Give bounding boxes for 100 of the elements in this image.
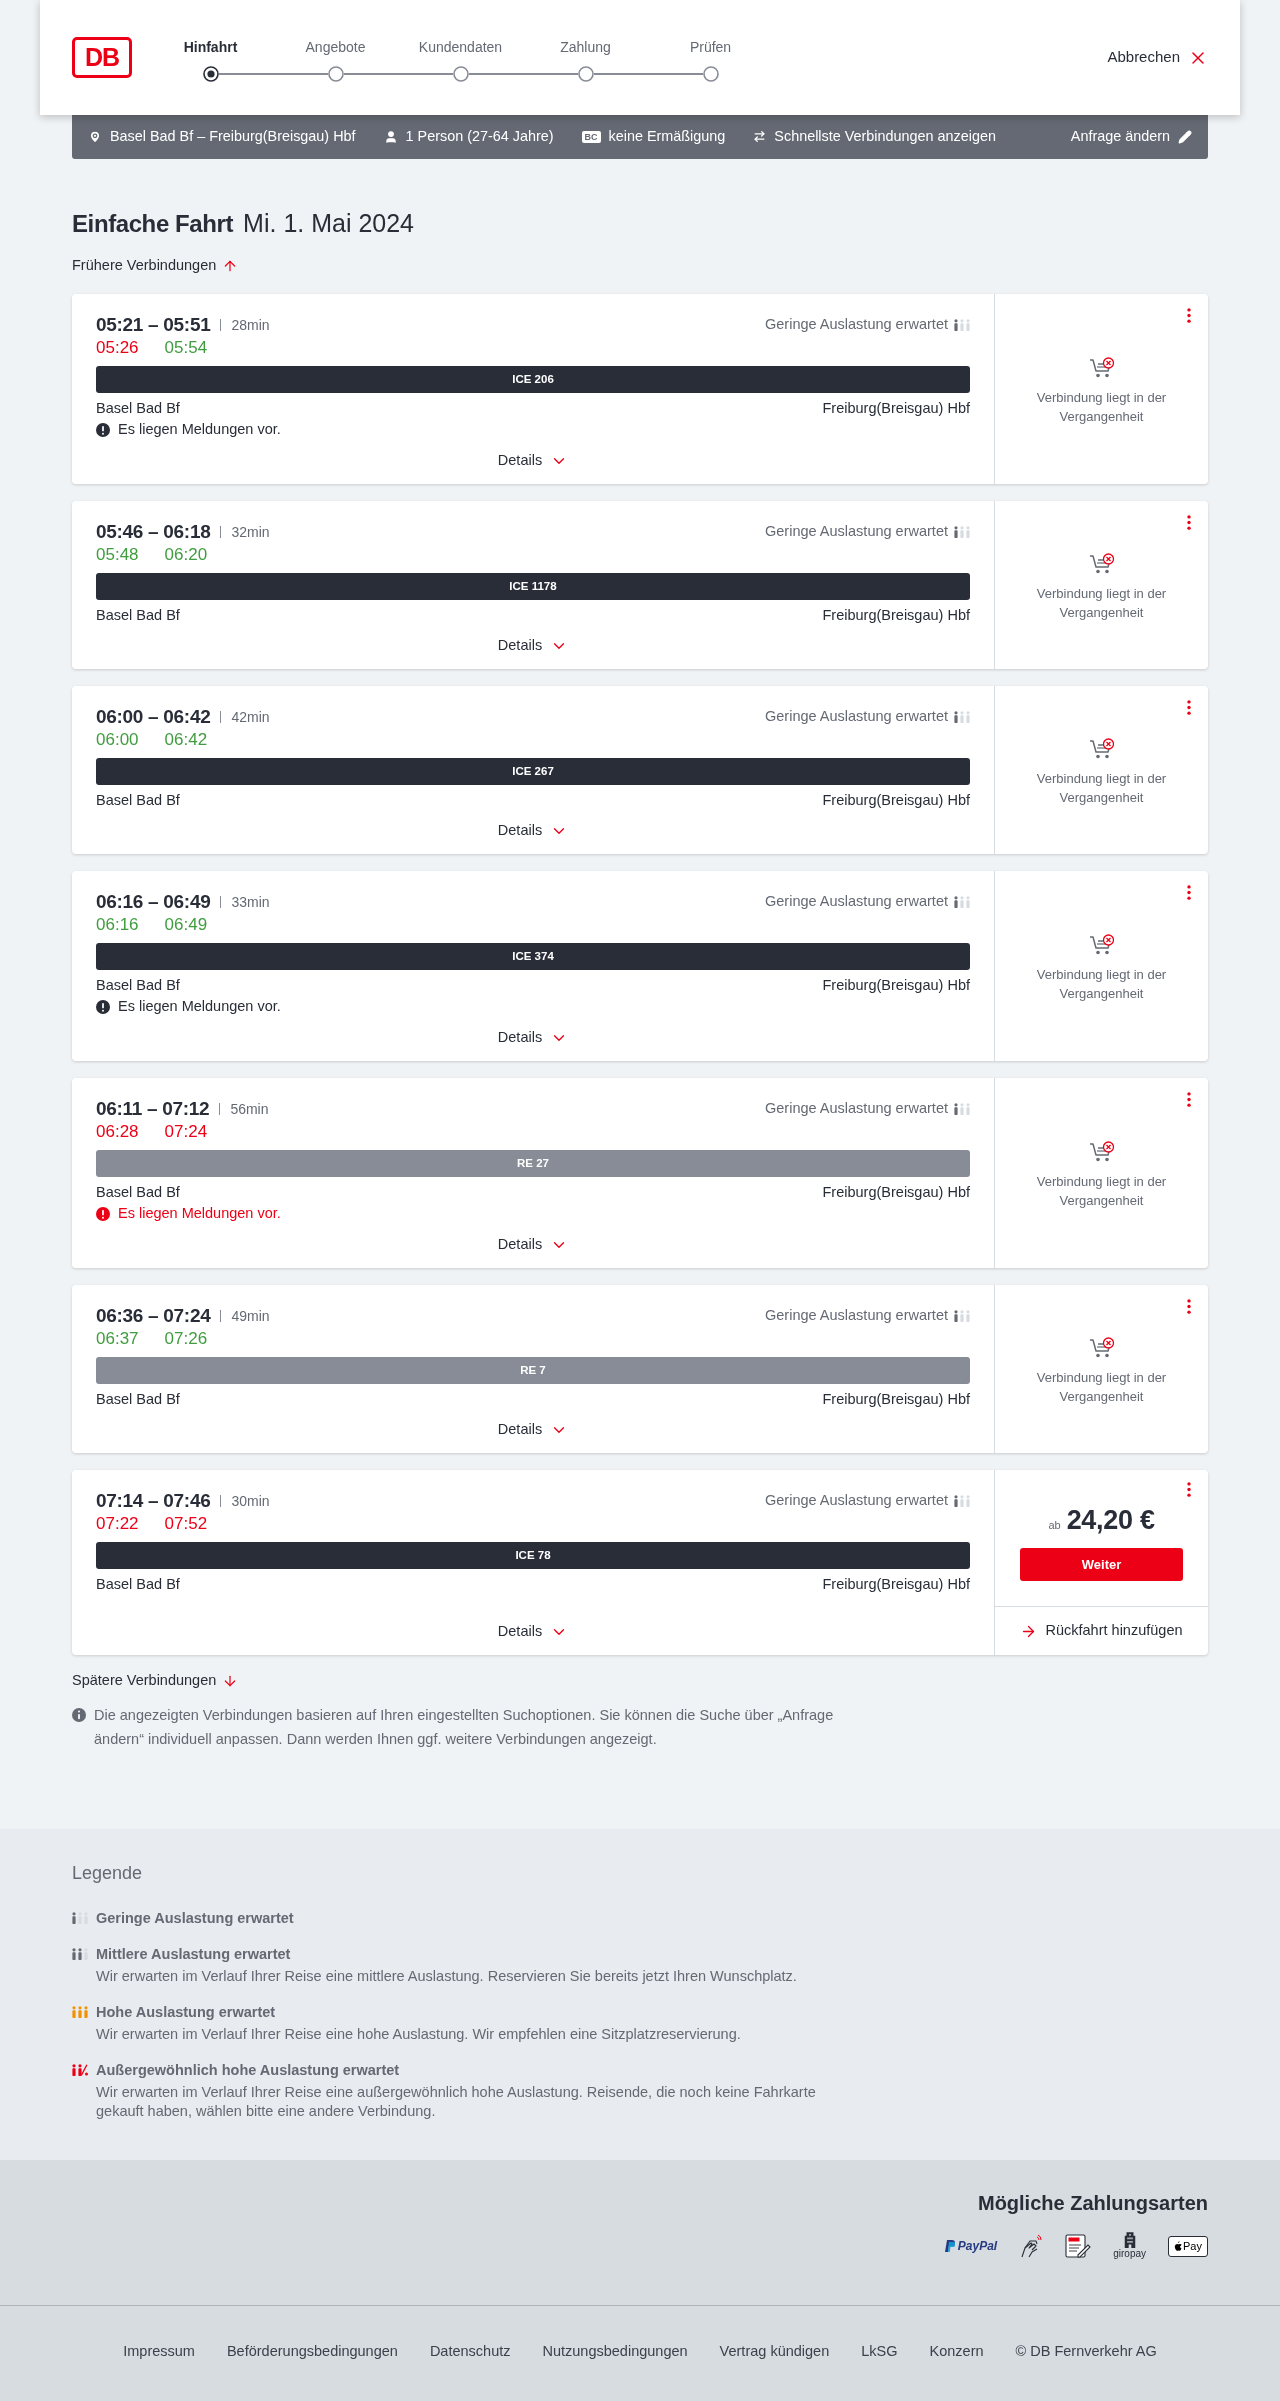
occupancy-label: Geringe Auslastung erwartet <box>765 1491 948 1511</box>
duration: 32min <box>231 522 270 542</box>
hand-card-icon <box>1019 2234 1044 2258</box>
details-button[interactable]: Details <box>497 450 569 472</box>
exclamation-icon <box>96 423 110 437</box>
more-options-icon[interactable] <box>1187 1482 1191 1497</box>
cart-cross-icon <box>1088 1141 1115 1163</box>
cancel-button[interactable]: Abbrechen <box>1107 46 1208 69</box>
search-summary-bar[interactable]: Basel Bad Bf – Freiburg(Breisgau) Hbf 1 Person (27-64 Jahre) BC keine Ermäßigung Schnellste Verbindungen anzeigen Anfrage ändern <box>72 115 1208 159</box>
page-title: Einfache Fahrt <box>72 209 234 239</box>
footer-link[interactable]: Beförderungsbedingungen <box>226 2340 398 2363</box>
footer-link[interactable]: Konzern <box>929 2340 984 2363</box>
legend-item-title: Hohe Auslastung erwartet <box>96 2003 276 2022</box>
details-button[interactable]: Details <box>497 1027 569 1049</box>
continue-button[interactable]: Weiter <box>1020 1548 1183 1581</box>
more-options-icon[interactable] <box>1187 515 1191 530</box>
realtime-time: 07:26 <box>164 1329 208 1349</box>
giropay-wordmark: giropay <box>1113 2248 1147 2260</box>
more-options-icon[interactable] <box>1187 1092 1191 1107</box>
footer-link[interactable]: Vertrag kündigen <box>719 2340 830 2363</box>
footer-link[interactable]: Impressum <box>123 2340 195 2363</box>
later-connections-link[interactable]: Spätere Verbindungen <box>72 1670 239 1692</box>
details-button[interactable]: Details <box>497 1621 569 1643</box>
arrival-station: Freiburg(Breisgau) Hbf <box>822 606 970 626</box>
people-icon <box>72 1912 88 1924</box>
train-line-bar[interactable]: ICE 374 <box>96 943 970 970</box>
departure-station: Basel Bad Bf <box>96 1575 180 1595</box>
travel-times: 05:21 – 05:51 <box>96 312 211 337</box>
travel-times: 06:11 – 07:12 <box>96 1096 210 1121</box>
train-line-bar[interactable]: ICE 267 <box>96 758 970 785</box>
train-line-bar[interactable]: ICE 206 <box>96 366 970 393</box>
info-icon <box>72 1708 86 1722</box>
train-line-bar[interactable]: ICE 1178 <box>96 573 970 600</box>
step-label: Prüfen <box>689 38 732 57</box>
realtime-time: 06:28 <box>96 1122 139 1142</box>
past-connection-text: Verbindung liegt in der Vergangenheit <box>1035 966 1168 1003</box>
occupancy-label: Geringe Auslastung erwartet <box>765 315 948 335</box>
more-options-icon[interactable] <box>1187 1299 1191 1314</box>
duration: 30min <box>231 1491 270 1511</box>
train-line-bar[interactable]: ICE 78 <box>96 1542 970 1569</box>
realtime-time: 06:20 <box>164 545 208 565</box>
payment-methods-title: Mögliche Zahlungsarten <box>977 2191 1208 2216</box>
duration: 56min <box>230 1099 269 1119</box>
more-options-icon[interactable] <box>1187 885 1191 900</box>
exclamation-icon <box>96 1000 110 1014</box>
add-return-trip-link[interactable]: Rückfahrt hinzufügen <box>1020 1620 1183 1642</box>
occupancy-label: Geringe Auslastung erwartet <box>765 892 948 912</box>
footer-link[interactable]: Nutzungsbedingungen <box>542 2340 688 2363</box>
realtime-time: 06:37 <box>96 1329 139 1349</box>
past-connection-text: Verbindung liegt in der Vergangenheit <box>1035 389 1168 426</box>
legend-item-description: Wir erwarten im Verlauf Ihrer Reise eine mittlere Auslastung. Reservieren Sie bereits jetzt Ihren Wunschplatz. <box>96 1967 798 1986</box>
step-label: Kundendaten <box>418 38 503 57</box>
search-option-text: Schnellste Verbindungen anzeigen <box>774 127 996 147</box>
route-text: Basel Bad Bf – Freiburg(Breisgau) Hbf <box>110 127 356 147</box>
more-options-icon[interactable] <box>1187 700 1191 715</box>
details-button[interactable]: Details <box>497 635 569 657</box>
realtime-time: 07:22 <box>96 1514 139 1534</box>
arrival-station: Freiburg(Breisgau) Hbf <box>822 791 970 811</box>
arrival-station: Freiburg(Breisgau) Hbf <box>822 1575 970 1595</box>
details-button[interactable]: Details <box>497 1234 569 1256</box>
realtime-time: 05:54 <box>164 338 208 358</box>
passenger-text: 1 Person (27-64 Jahre) <box>405 127 554 147</box>
info-note: Die angezeigten Verbindungen basieren auf Ihren eingestellten Suchoptionen. Sie können die Suche über „Anfrage ändern“ individuell anpassen. Dann werden Ihnen ggf. weitere Verbindungen angezeigt. <box>94 1706 835 1749</box>
duration: 49min <box>231 1306 270 1326</box>
past-connection-text: Verbindung liegt in der Vergangenheit <box>1035 770 1168 807</box>
details-button[interactable]: Details <box>497 1419 569 1441</box>
travel-date: Mi. 1. Mai 2024 <box>243 208 415 240</box>
person-icon <box>383 130 398 144</box>
cart-cross-icon <box>1088 357 1115 379</box>
people-icon <box>954 711 970 723</box>
price: 24,20 € <box>1066 1505 1155 1535</box>
occupancy-label: Geringe Auslastung erwartet <box>765 1099 948 1119</box>
realtime-time: 07:24 <box>164 1122 208 1142</box>
arrival-station: Freiburg(Breisgau) Hbf <box>822 1183 970 1203</box>
travel-times: 07:14 – 07:46 <box>96 1488 211 1513</box>
past-connection-text: Verbindung liegt in der Vergangenheit <box>1035 585 1168 622</box>
pay-wordmark: Pay <box>1183 2240 1202 2252</box>
travel-times: 06:36 – 07:24 <box>96 1303 211 1328</box>
legend-title: Legende <box>72 1862 143 1885</box>
document-pen-icon <box>1065 2234 1092 2258</box>
details-button[interactable]: Details <box>497 820 569 842</box>
more-options-icon[interactable] <box>1187 308 1191 323</box>
footer-link[interactable]: © DB Fernverkehr AG <box>1015 2340 1157 2363</box>
earlier-connections-link[interactable]: Frühere Verbindungen <box>72 255 239 277</box>
people-icon <box>954 319 970 331</box>
legend-item-description: Wir erwarten im Verlauf Ihrer Reise eine außergewöhnlich hohe Auslastung. Reisende, die noch keine Fahrkarte gekauft haben, wählen bitte eine andere Verbindung. <box>96 2083 817 2121</box>
realtime-time: 06:16 <box>96 915 139 935</box>
people-icon <box>954 1495 970 1507</box>
people-icon <box>72 1948 88 1960</box>
travel-times: 06:16 – 06:49 <box>96 889 211 914</box>
footer-link[interactable]: Datenschutz <box>429 2340 511 2363</box>
departure-station: Basel Bad Bf <box>96 1183 180 1203</box>
realtime-time: 05:26 <box>96 338 139 358</box>
past-connection-text: Verbindung liegt in der Vergangenheit <box>1035 1369 1168 1406</box>
notice-text: Es liegen Meldungen vor. <box>118 997 281 1017</box>
footer-link[interactable]: LkSG <box>861 2340 898 2363</box>
paypal-wordmark: PayPal <box>957 2240 998 2252</box>
logo[interactable]: DB <box>72 37 132 78</box>
edit-search-button[interactable]: Anfrage ändern <box>1070 126 1192 148</box>
arrival-station: Freiburg(Breisgau) Hbf <box>822 399 970 419</box>
